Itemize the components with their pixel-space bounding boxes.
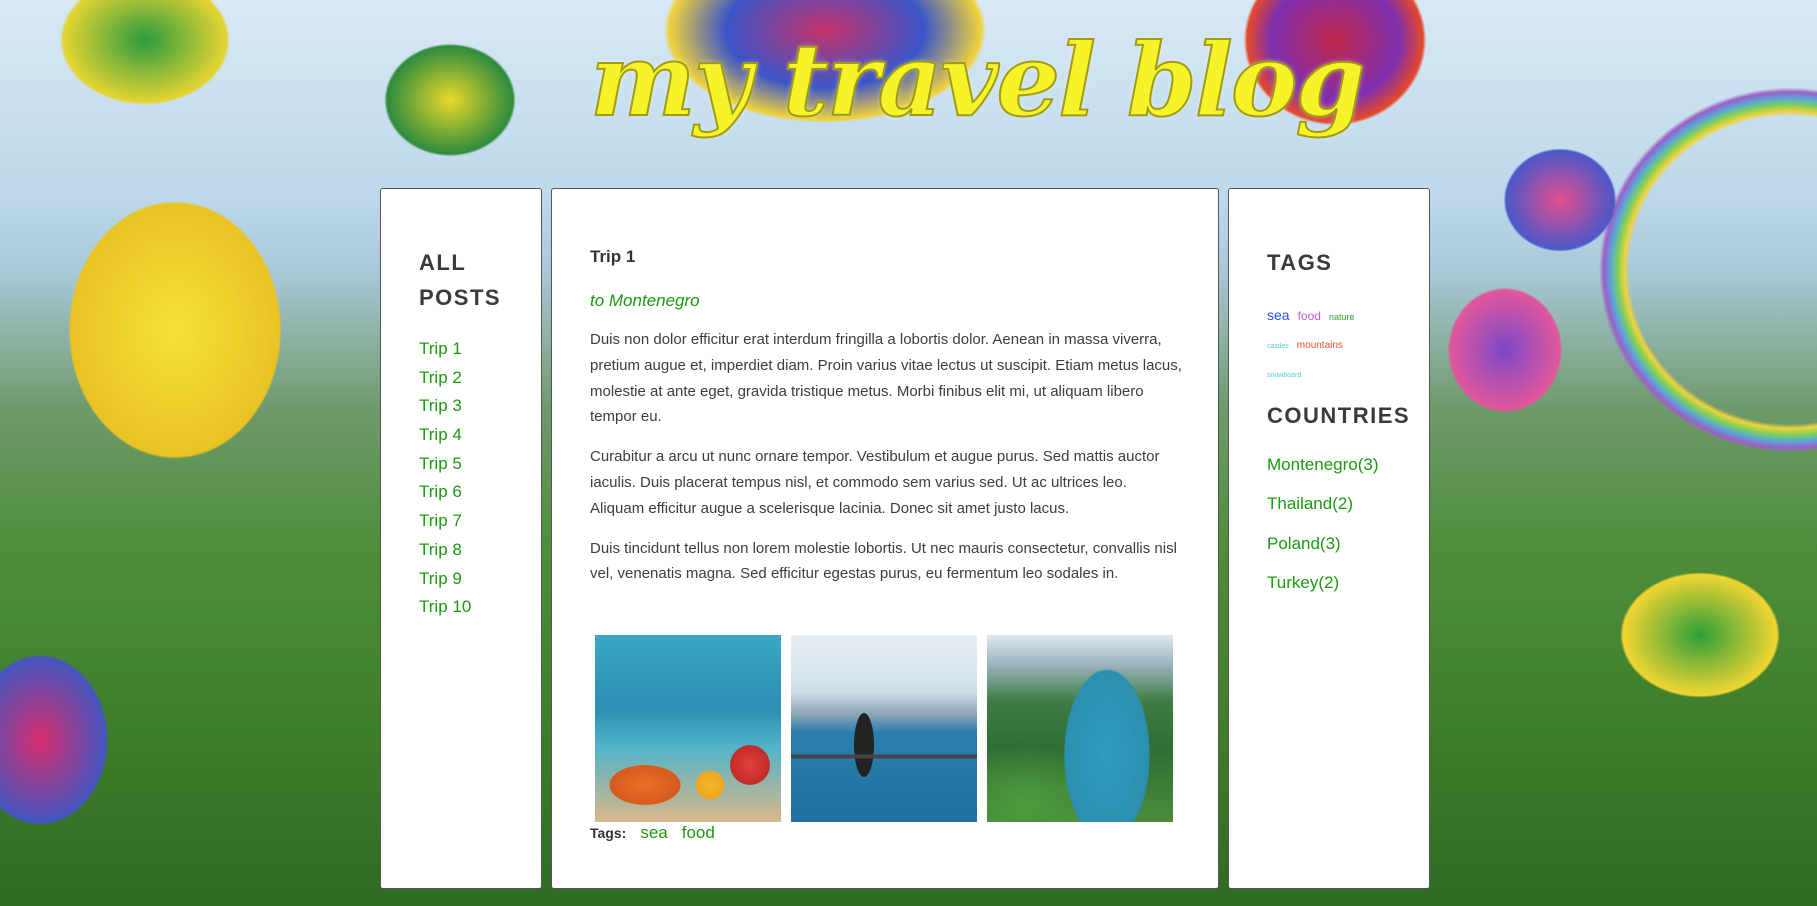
post-list-item: Trip 6: [419, 482, 503, 511]
post-list-item: Trip 7: [419, 511, 503, 540]
post-title: Trip 1: [590, 247, 636, 266]
post-link-trip-1[interactable]: Trip 1: [419, 339, 462, 358]
post-tags: Tags: sea food: [590, 823, 715, 843]
post-list-item: Trip 5: [419, 454, 503, 483]
post-link-trip-9[interactable]: Trip 9: [419, 569, 462, 588]
post-list-item: Trip 10: [419, 597, 503, 626]
post-link-trip-7[interactable]: Trip 7: [419, 511, 462, 530]
post-list-item: Trip 1: [419, 339, 503, 368]
lake-valley-photo[interactable]: [987, 635, 1173, 822]
post-list-item: Trip 3: [419, 396, 503, 425]
country-list-item: Thailand(2): [1267, 494, 1391, 533]
blog-title: my travel blog: [589, 20, 1366, 140]
photo-gallery: [595, 635, 1173, 822]
tag-cloud-food[interactable]: food: [1298, 309, 1321, 323]
post-paragraph: Curabitur a arcu ut nunc ornare tempor. …: [590, 448, 1160, 517]
right-sidebar: TAGS sea food nature castles mountains snow…: [1228, 188, 1430, 889]
header-banner: my travel blog: [0, 0, 1817, 190]
dancer-statue-photo[interactable]: [791, 635, 977, 822]
post-list: Trip 1 Trip 2 Trip 3 Trip 4 Trip 5 Trip …: [419, 339, 503, 626]
post-link-trip-6[interactable]: Trip 6: [419, 482, 462, 501]
post-link-trip-8[interactable]: Trip 8: [419, 540, 462, 559]
country-link-turkey[interactable]: Turkey(2): [1267, 573, 1339, 592]
tag-cloud-nature[interactable]: nature: [1329, 312, 1355, 322]
country-list-item: Montenegro(3): [1267, 455, 1391, 494]
fruit-beach-photo[interactable]: [595, 635, 781, 822]
country-list: Montenegro(3) Thailand(2) Poland(3) Turk…: [1267, 455, 1391, 612]
country-list-item: Poland(3): [1267, 534, 1391, 573]
post-list-item: Trip 4: [419, 425, 503, 454]
post-link-trip-10[interactable]: Trip 10: [419, 597, 471, 616]
post-link-trip-2[interactable]: Trip 2: [419, 368, 462, 387]
tags-label: Tags:: [590, 825, 627, 841]
all-posts-heading: ALL POSTS: [419, 250, 502, 310]
all-posts-sidebar: ALL POSTS Trip 1 Trip 2 Trip 3 Trip 4 Tr…: [380, 188, 542, 889]
post-list-item: Trip 8: [419, 540, 503, 569]
post-subtitle: to Montenegro: [590, 291, 700, 310]
post-link-trip-3[interactable]: Trip 3: [419, 396, 462, 415]
tag-cloud: sea food nature castles mountains snowboard: [1267, 302, 1387, 388]
country-link-montenegro[interactable]: Montenegro(3): [1267, 455, 1379, 474]
post-list-item: Trip 2: [419, 368, 503, 397]
post-paragraph: Duis non dolor efficitur erat interdum f…: [590, 331, 1182, 426]
post-content: Trip 1 to Montenegro Duis non dolor effi…: [551, 188, 1219, 889]
post-link-trip-4[interactable]: Trip 4: [419, 425, 462, 444]
post-list-item: Trip 9: [419, 569, 503, 598]
country-list-item: Turkey(2): [1267, 573, 1391, 612]
post-link-trip-5[interactable]: Trip 5: [419, 454, 462, 473]
tag-cloud-castles[interactable]: castles: [1267, 343, 1289, 350]
post-tag-food[interactable]: food: [682, 823, 715, 843]
tag-cloud-snowboard[interactable]: snowboard: [1267, 372, 1301, 379]
post-tag-sea[interactable]: sea: [640, 823, 667, 843]
country-link-thailand[interactable]: Thailand(2): [1267, 494, 1353, 513]
post-paragraph: Duis tincidunt tellus non lorem molestie…: [590, 539, 1177, 583]
tags-heading: TAGS: [1267, 250, 1333, 275]
tag-cloud-mountains[interactable]: mountains: [1297, 340, 1343, 351]
country-link-poland[interactable]: Poland(3): [1267, 534, 1341, 553]
countries-heading: COUNTRIES: [1267, 403, 1411, 428]
tag-cloud-sea[interactable]: sea: [1267, 307, 1290, 323]
